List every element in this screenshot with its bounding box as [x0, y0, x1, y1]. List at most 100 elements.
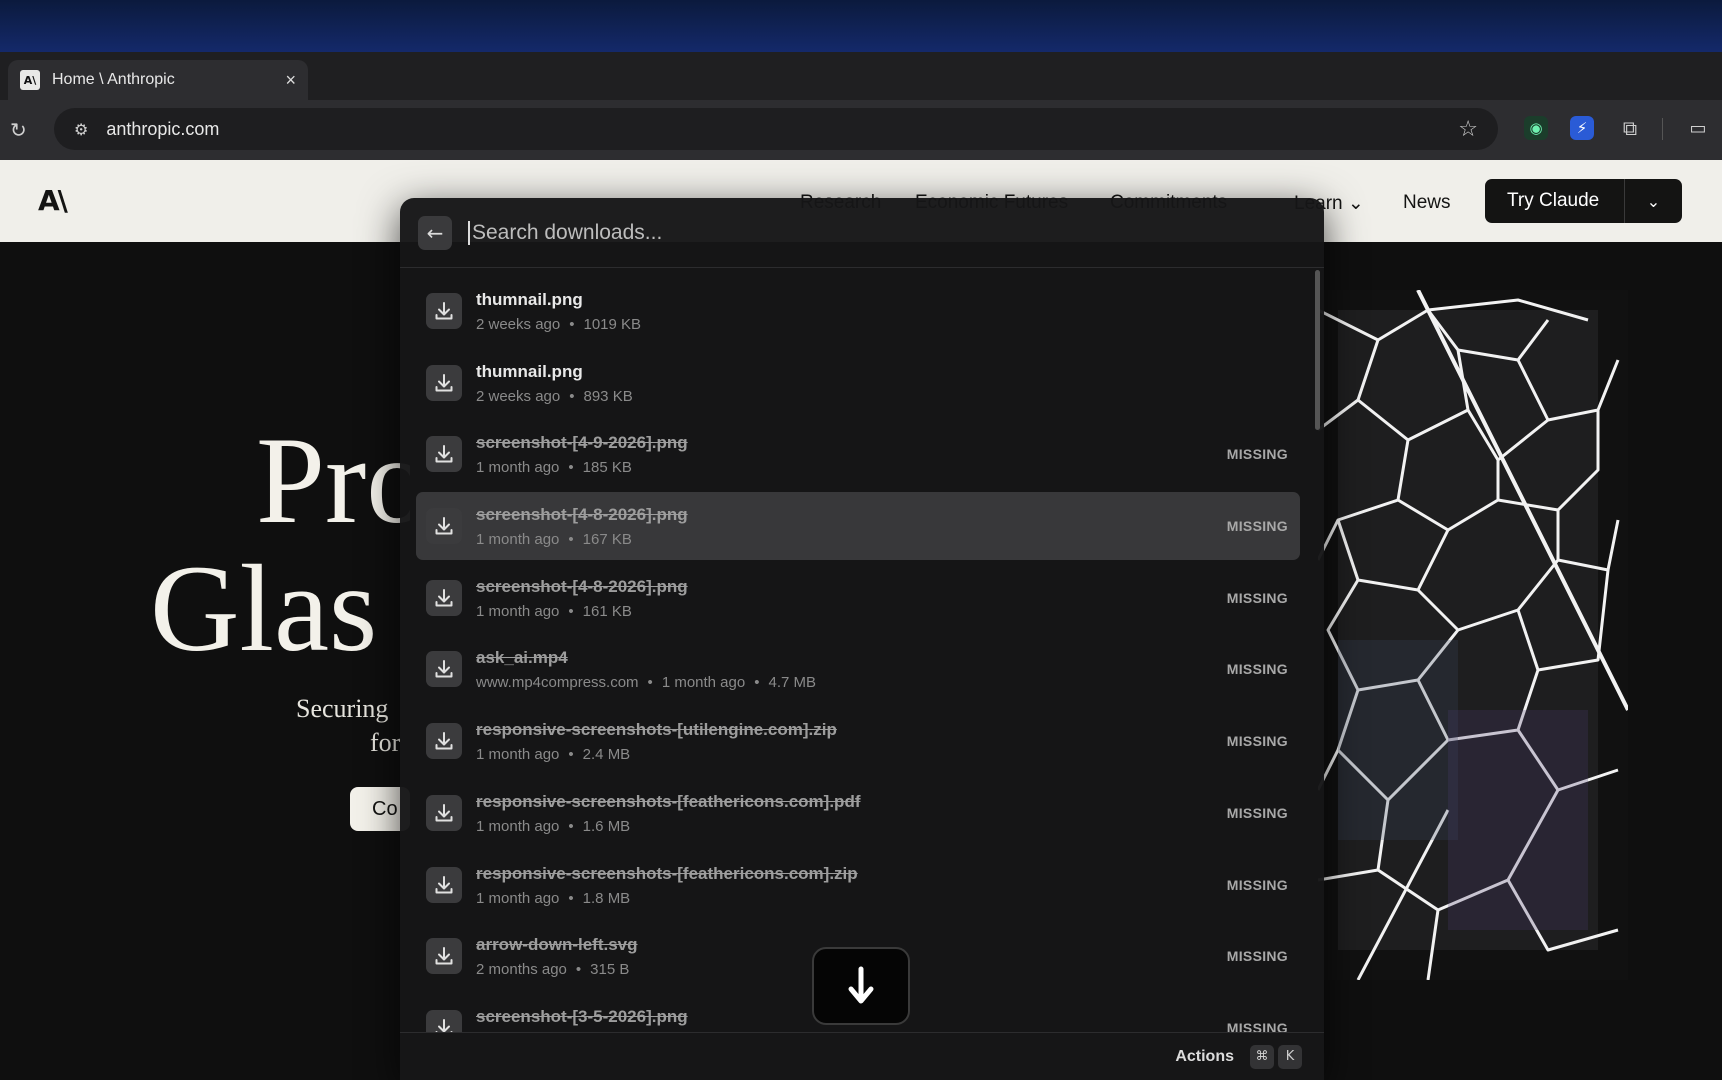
toolbar-divider	[1662, 118, 1663, 140]
download-size: 4.7 MB	[768, 674, 817, 692]
download-size: 2.4 MB	[582, 746, 631, 764]
search-row: ←	[400, 198, 1324, 268]
separator-dot: •	[647, 674, 653, 692]
download-meta: 2 weeks ago • 1019 KB	[476, 316, 641, 333]
anthropic-favicon-icon: A\	[20, 70, 40, 90]
address-bar[interactable]: ⚙ anthropic.com ☆	[54, 108, 1498, 150]
download-date: 2 weeks ago	[476, 316, 561, 333]
chevron-down-icon[interactable]: ⌄	[1625, 192, 1682, 211]
download-meta: 1 month ago • 161 KB	[476, 603, 632, 620]
download-size: 161 KB	[582, 602, 632, 620]
download-size: 185 KB	[582, 459, 632, 477]
download-icon	[426, 508, 462, 545]
site-settings-icon[interactable]: ⚙	[74, 120, 88, 139]
anthropic-logo[interactable]: A\	[38, 184, 68, 217]
voronoi-artwork	[1318, 290, 1628, 980]
download-item[interactable]: screenshot-[4-8-2026].png 1 month ago • 167…	[416, 492, 1300, 561]
missing-badge: MISSING	[1226, 518, 1288, 535]
hero-subtitle-line2: for	[370, 728, 401, 757]
scroll-down-button[interactable]	[812, 947, 910, 1025]
download-item[interactable]: thumnail.png 2 weeks ago • 893 KB	[416, 349, 1300, 417]
download-filename: responsive-screenshots-[feathericons.com…	[476, 863, 858, 883]
download-item[interactable]: screenshot-[4-8-2026].png 1 month ago • 161…	[416, 564, 1300, 632]
download-size: 315 B	[590, 961, 630, 979]
separator-dot: •	[754, 674, 760, 692]
separator-dot: •	[568, 889, 574, 907]
download-filename: screenshot-[4-9-2026].png	[476, 433, 688, 453]
download-item[interactable]: ask_ai.mp4 www.mp4compress.com • 1 month ag…	[416, 635, 1300, 703]
download-meta: 1 month ago • 2.4 MB	[476, 746, 630, 763]
extension-green-icon[interactable]: ◉	[1524, 116, 1548, 140]
download-size: 1.6 MB	[582, 817, 631, 835]
download-filename: responsive-screenshots-[utilengine.com].…	[476, 720, 837, 740]
download-icon	[426, 364, 462, 401]
download-date: 1 month ago	[476, 889, 560, 907]
separator-dot: •	[575, 961, 582, 979]
download-date: 1 month ago	[476, 459, 560, 477]
download-item[interactable]: thumnail.png 2 weeks ago • 1019 KB	[416, 277, 1300, 345]
download-filename: screenshot-[4-8-2026].png	[476, 505, 688, 525]
search-downloads-input[interactable]	[468, 220, 1068, 245]
download-date: 1 month ago	[476, 602, 560, 620]
hero-title-line1: Pro	[256, 417, 410, 549]
download-size: 167 KB	[582, 531, 632, 549]
download-filename: screenshot-[3-5-2026].png	[476, 1006, 688, 1026]
download-filename: screenshot-[4-8-2026].png	[476, 576, 688, 596]
hero-title-line2: Glas	[150, 540, 378, 673]
download-item[interactable]: screenshot-[4-9-2026].png 1 month ago • 185…	[416, 420, 1300, 488]
scrollbar-thumb[interactable]	[1315, 270, 1320, 430]
download-icon	[426, 436, 462, 473]
download-size: 1.8 MB	[582, 889, 631, 907]
download-date: 1 month ago	[661, 674, 746, 692]
separator-dot: •	[568, 531, 574, 549]
download-date: 1 month ago	[476, 817, 560, 835]
download-item[interactable]: responsive-screenshots-[feathericons.com…	[416, 851, 1300, 919]
close-tab-icon[interactable]: ×	[285, 70, 296, 91]
missing-badge: MISSING	[1226, 876, 1288, 893]
download-icon	[426, 794, 462, 831]
missing-badge: MISSING	[1226, 661, 1288, 678]
k-key-hint: K	[1278, 1044, 1302, 1069]
missing-badge: MISSING	[1226, 948, 1288, 965]
download-icon	[426, 579, 462, 616]
download-icon	[426, 723, 462, 760]
hero-subtitle-line1: Securing	[296, 694, 389, 723]
back-arrow-icon[interactable]: ←	[418, 215, 452, 250]
actions-label[interactable]: Actions	[1175, 1048, 1234, 1066]
download-meta: 1 month ago • 185 KB	[476, 459, 632, 476]
download-meta: 1 month ago • 167 KB	[476, 531, 632, 548]
download-source: www.mp4compress.com	[476, 674, 639, 692]
extension-blue-icon[interactable]: ⚡	[1570, 116, 1594, 140]
reload-icon[interactable]: ↻	[10, 118, 27, 142]
sidepanel-icon[interactable]: ▭	[1686, 116, 1710, 140]
arrow-down-icon	[848, 966, 874, 1004]
download-item[interactable]: responsive-screenshots-[feathericons.com…	[416, 779, 1300, 847]
download-date: 2 weeks ago	[476, 387, 561, 405]
missing-badge: MISSING	[1226, 446, 1288, 463]
browser-toolbar: ↻ ⚙ anthropic.com ☆ ◉ ⚡ ⧉ ▭	[0, 100, 1722, 160]
download-filename: ask_ai.mp4	[476, 648, 568, 668]
try-claude-button[interactable]: Try Claude ⌄	[1485, 179, 1682, 223]
download-date: 2 months ago	[476, 961, 567, 979]
missing-badge: MISSING	[1226, 733, 1288, 750]
url-text[interactable]: anthropic.com	[106, 119, 1458, 140]
separator-dot: •	[568, 459, 574, 477]
bookmark-star-icon[interactable]: ☆	[1458, 117, 1478, 142]
separator-dot: •	[568, 817, 574, 835]
separator-dot: •	[568, 602, 574, 620]
palette-footer: Actions ⌘ K	[400, 1032, 1324, 1080]
download-icon	[426, 866, 462, 903]
download-filename: responsive-screenshots-[feathericons.com…	[476, 791, 861, 811]
tab-home-anthropic[interactable]: A\ Home \ Anthropic ×	[8, 60, 308, 100]
command-key-icon: ⌘	[1250, 1044, 1274, 1069]
nav-news[interactable]: News	[1403, 192, 1451, 214]
download-size: 1019 KB	[583, 316, 642, 333]
puzzle-icon[interactable]: ⧉	[1618, 116, 1642, 140]
download-filename: arrow-down-left.svg	[476, 935, 638, 955]
tab-title: Home \ Anthropic	[52, 71, 175, 88]
tab-strip: A\ Home \ Anthropic × +	[0, 52, 1722, 140]
separator-dot: •	[569, 387, 575, 405]
desktop-background	[0, 0, 1722, 52]
download-item[interactable]: responsive-screenshots-[utilengine.com].…	[416, 707, 1300, 775]
download-filename: thumnail.png	[476, 361, 583, 381]
